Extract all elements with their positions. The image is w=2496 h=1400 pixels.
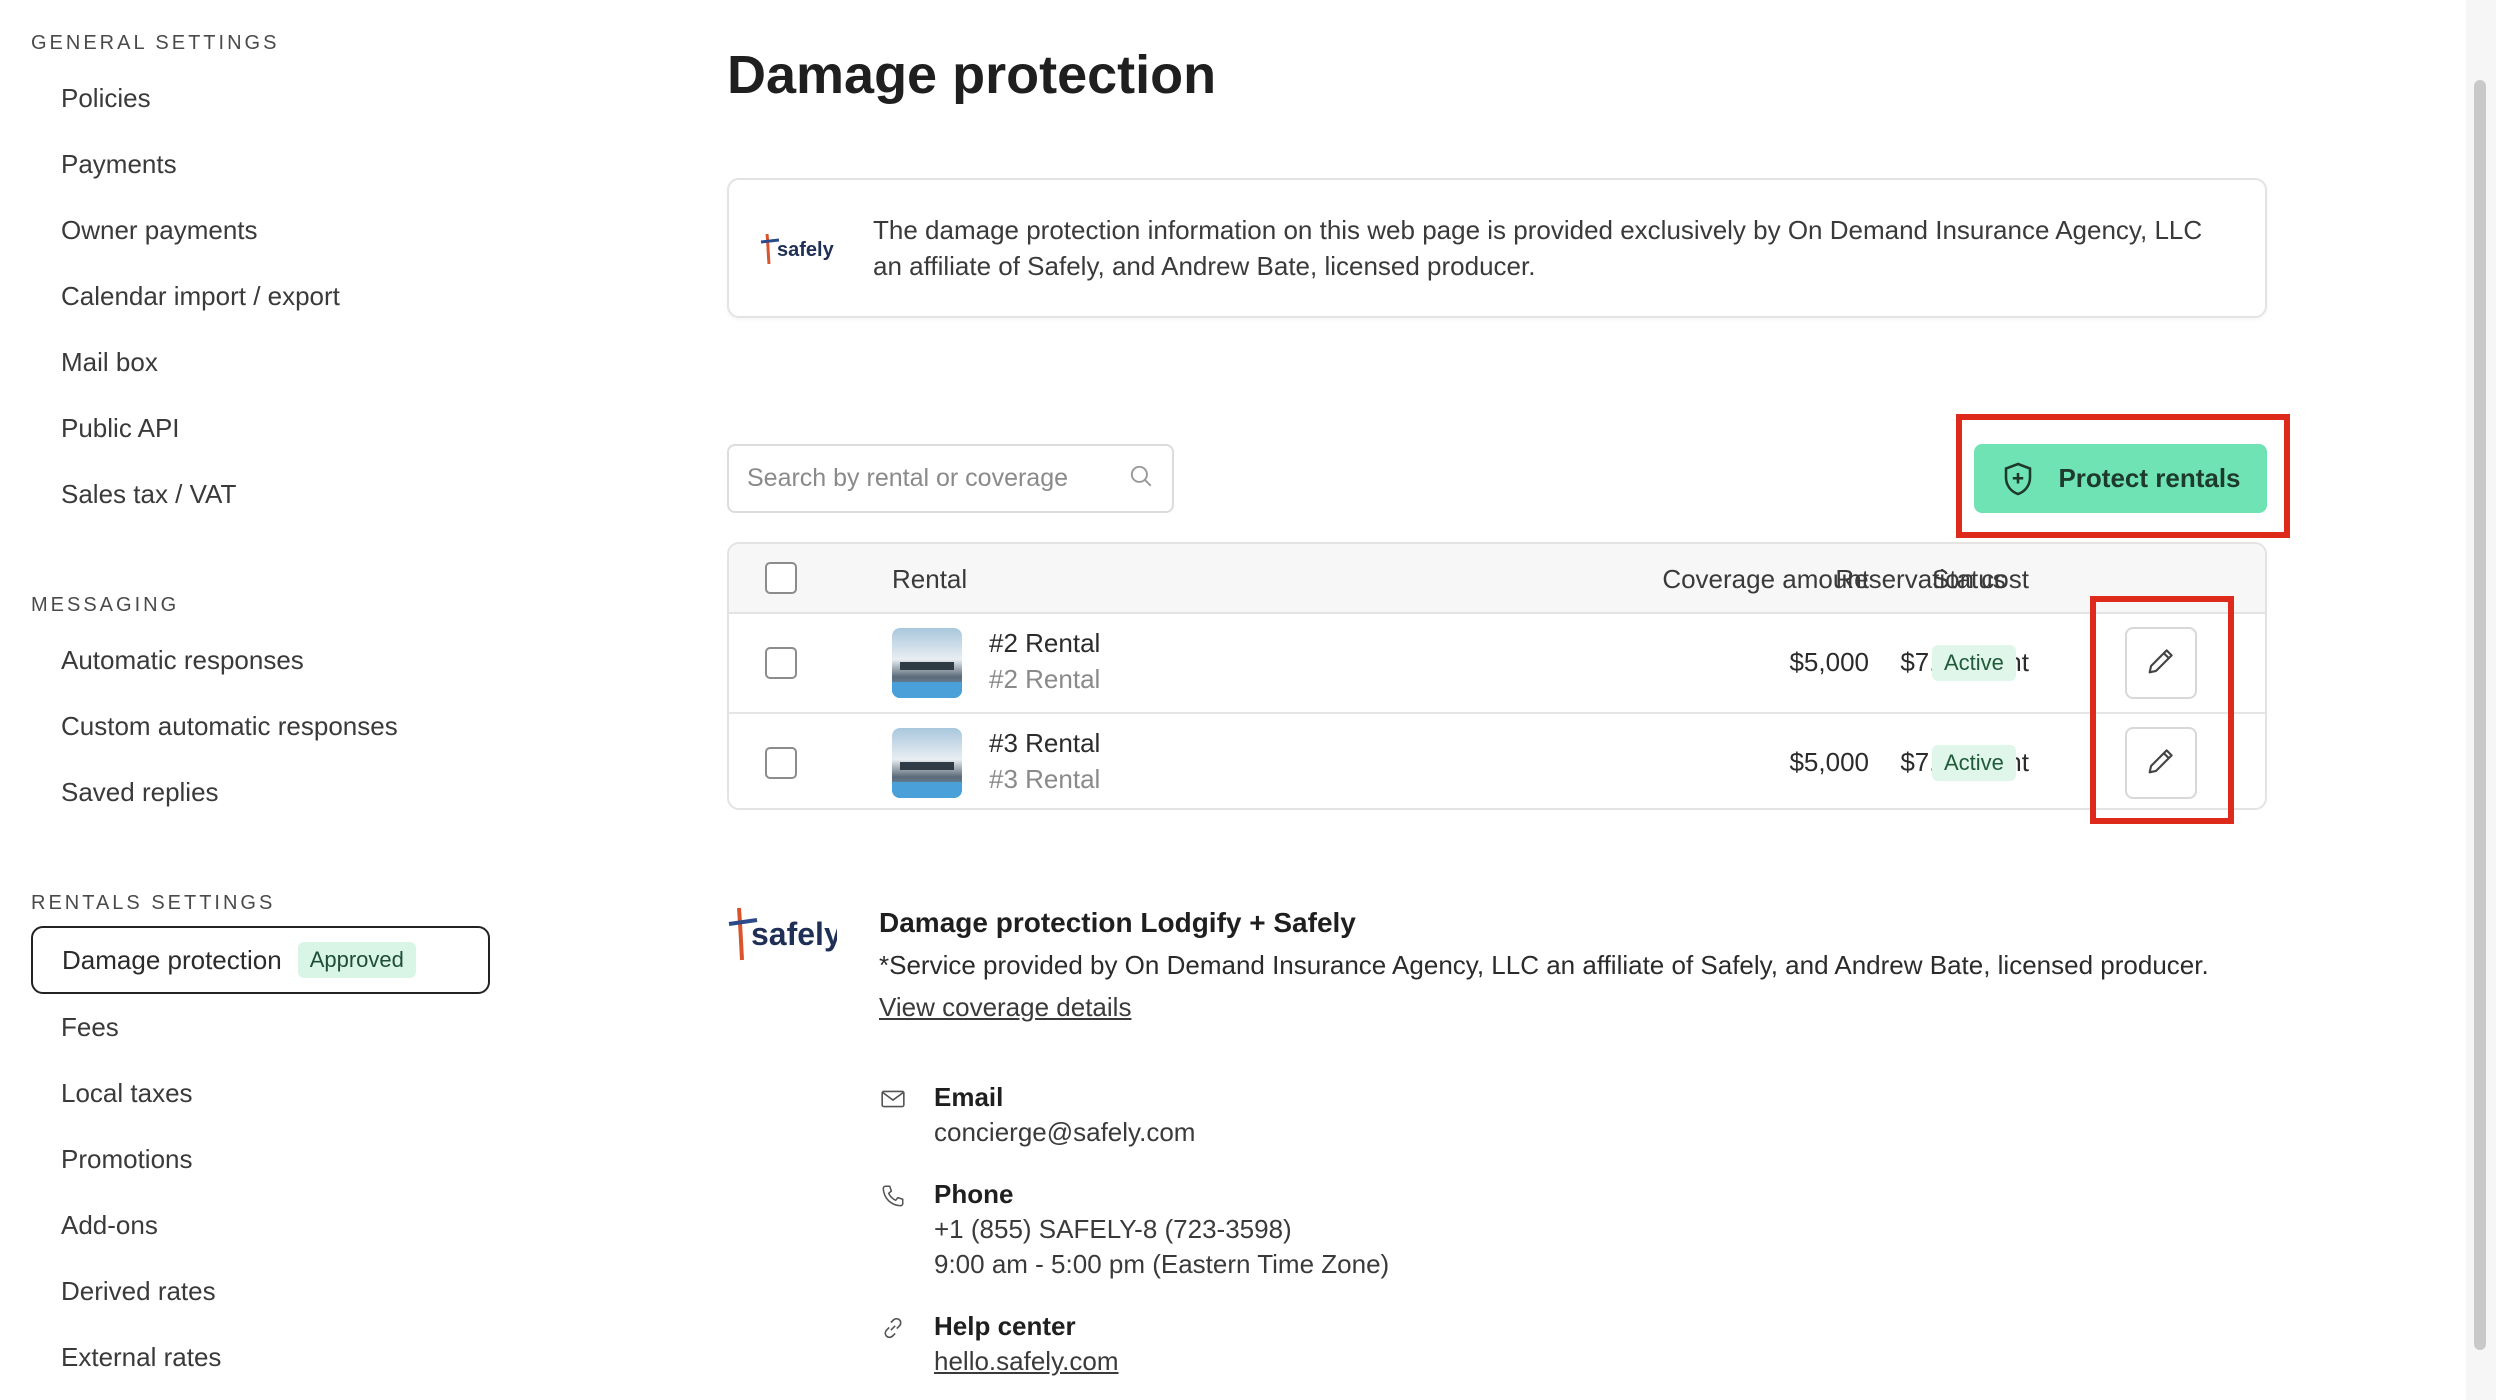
phone-value: +1 (855) SAFELY-8 (723-3598): [934, 1214, 1292, 1244]
sidebar-item-public-api[interactable]: Public API: [61, 413, 180, 444]
search-input[interactable]: [747, 464, 1128, 493]
highlight-frame-edit: [2090, 596, 2234, 824]
sidebar-item-calendar-import-export[interactable]: Calendar import / export: [61, 281, 340, 312]
sidebar-item-damage-protection[interactable]: Damage protection Approved: [31, 926, 490, 994]
help-center-link[interactable]: hello.safely.com: [934, 1346, 1119, 1377]
rental-thumbnail: [892, 728, 962, 798]
page-title: Damage protection: [727, 45, 1217, 105]
select-all-checkbox[interactable]: [765, 562, 797, 594]
rental-name: #3 Rental: [989, 728, 1101, 758]
rental-subname: #3 Rental: [989, 764, 1101, 794]
sidebar-item-add-ons[interactable]: Add-ons: [61, 1210, 158, 1241]
provider-title: Damage protection Lodgify + Safely: [879, 907, 1356, 938]
sidebar-item-sales-tax-vat[interactable]: Sales tax / VAT: [61, 479, 236, 510]
section-title-messaging: Messaging: [31, 594, 180, 616]
rental-thumbnail: [892, 628, 962, 698]
row-checkbox[interactable]: [765, 747, 797, 779]
sidebar-item-mail-box[interactable]: Mail box: [61, 347, 158, 378]
header-status: Status: [1932, 564, 2006, 594]
logo-text: safely: [777, 239, 835, 261]
email-label: Email: [934, 1082, 1004, 1112]
table-row: #2 Rental #2 Rental $5,000 $7.14/night A…: [729, 614, 2265, 712]
sidebar-item-promotions[interactable]: Promotions: [61, 1144, 193, 1175]
sidebar-item-label: Damage protection: [62, 944, 282, 975]
approved-badge: Approved: [297, 942, 416, 978]
search-field[interactable]: [727, 444, 1174, 513]
status-badge: Active: [1932, 745, 2016, 781]
help-center-label: Help center: [934, 1311, 1076, 1341]
provider-description: *Service provided by On Demand Insurance…: [879, 950, 2209, 980]
mail-icon: [879, 1085, 907, 1113]
status-badge: Active: [1932, 645, 2016, 681]
protect-rentals-button[interactable]: Protect rentals: [1974, 444, 2267, 513]
row-checkbox[interactable]: [765, 647, 797, 679]
rental-name: #2 Rental: [989, 628, 1101, 658]
sidebar-item-owner-payments[interactable]: Owner payments: [61, 215, 258, 246]
provider-info-card: safely The damage protection information…: [727, 178, 2267, 318]
section-title-general: General settings: [31, 32, 280, 54]
rentals-table: Rental Coverage amount Reservation cost …: [727, 542, 2267, 810]
sidebar-item-automatic-responses[interactable]: Automatic responses: [61, 645, 304, 676]
safely-logo-large: safely: [727, 900, 842, 970]
safely-logo: safely: [759, 228, 849, 268]
sidebar-item-saved-replies[interactable]: Saved replies: [61, 777, 219, 808]
info-text: The damage protection information on thi…: [873, 215, 2203, 281]
shield-plus-icon: [2000, 461, 2036, 497]
table-header: Rental Coverage amount Reservation cost …: [729, 544, 2265, 614]
scrollbar-thumb[interactable]: [2474, 80, 2486, 1350]
section-title-rentals: Rentals settings: [31, 892, 276, 914]
sidebar-item-custom-automatic-responses[interactable]: Custom automatic responses: [61, 711, 398, 742]
search-icon[interactable]: [1128, 463, 1154, 494]
sidebar-item-derived-rates[interactable]: Derived rates: [61, 1276, 216, 1307]
sidebar-item-policies[interactable]: Policies: [61, 83, 151, 114]
phone-icon: [879, 1182, 907, 1210]
phone-label: Phone: [934, 1179, 1014, 1209]
sidebar-item-fees[interactable]: Fees: [61, 1012, 119, 1043]
view-coverage-details-link[interactable]: View coverage details: [879, 992, 1131, 1023]
table-row: #3 Rental #3 Rental $5,000 $7.14/night A…: [729, 712, 2265, 808]
protect-rentals-label: Protect rentals: [2058, 463, 2241, 493]
sidebar-item-payments[interactable]: Payments: [61, 149, 177, 180]
logo-text: safely: [751, 916, 837, 952]
settings-sidebar: General settings Policies Payments Owner…: [0, 0, 620, 1400]
sidebar-item-local-taxes[interactable]: Local taxes: [61, 1078, 193, 1109]
header-rental: Rental: [892, 564, 968, 594]
phone-hours: 9:00 am - 5:00 pm (Eastern Time Zone): [934, 1249, 1390, 1279]
link-icon: [879, 1314, 907, 1342]
sidebar-item-external-rates[interactable]: External rates: [61, 1342, 221, 1373]
rental-subname: #2 Rental: [989, 664, 1101, 694]
email-value: concierge@safely.com: [934, 1117, 1196, 1147]
